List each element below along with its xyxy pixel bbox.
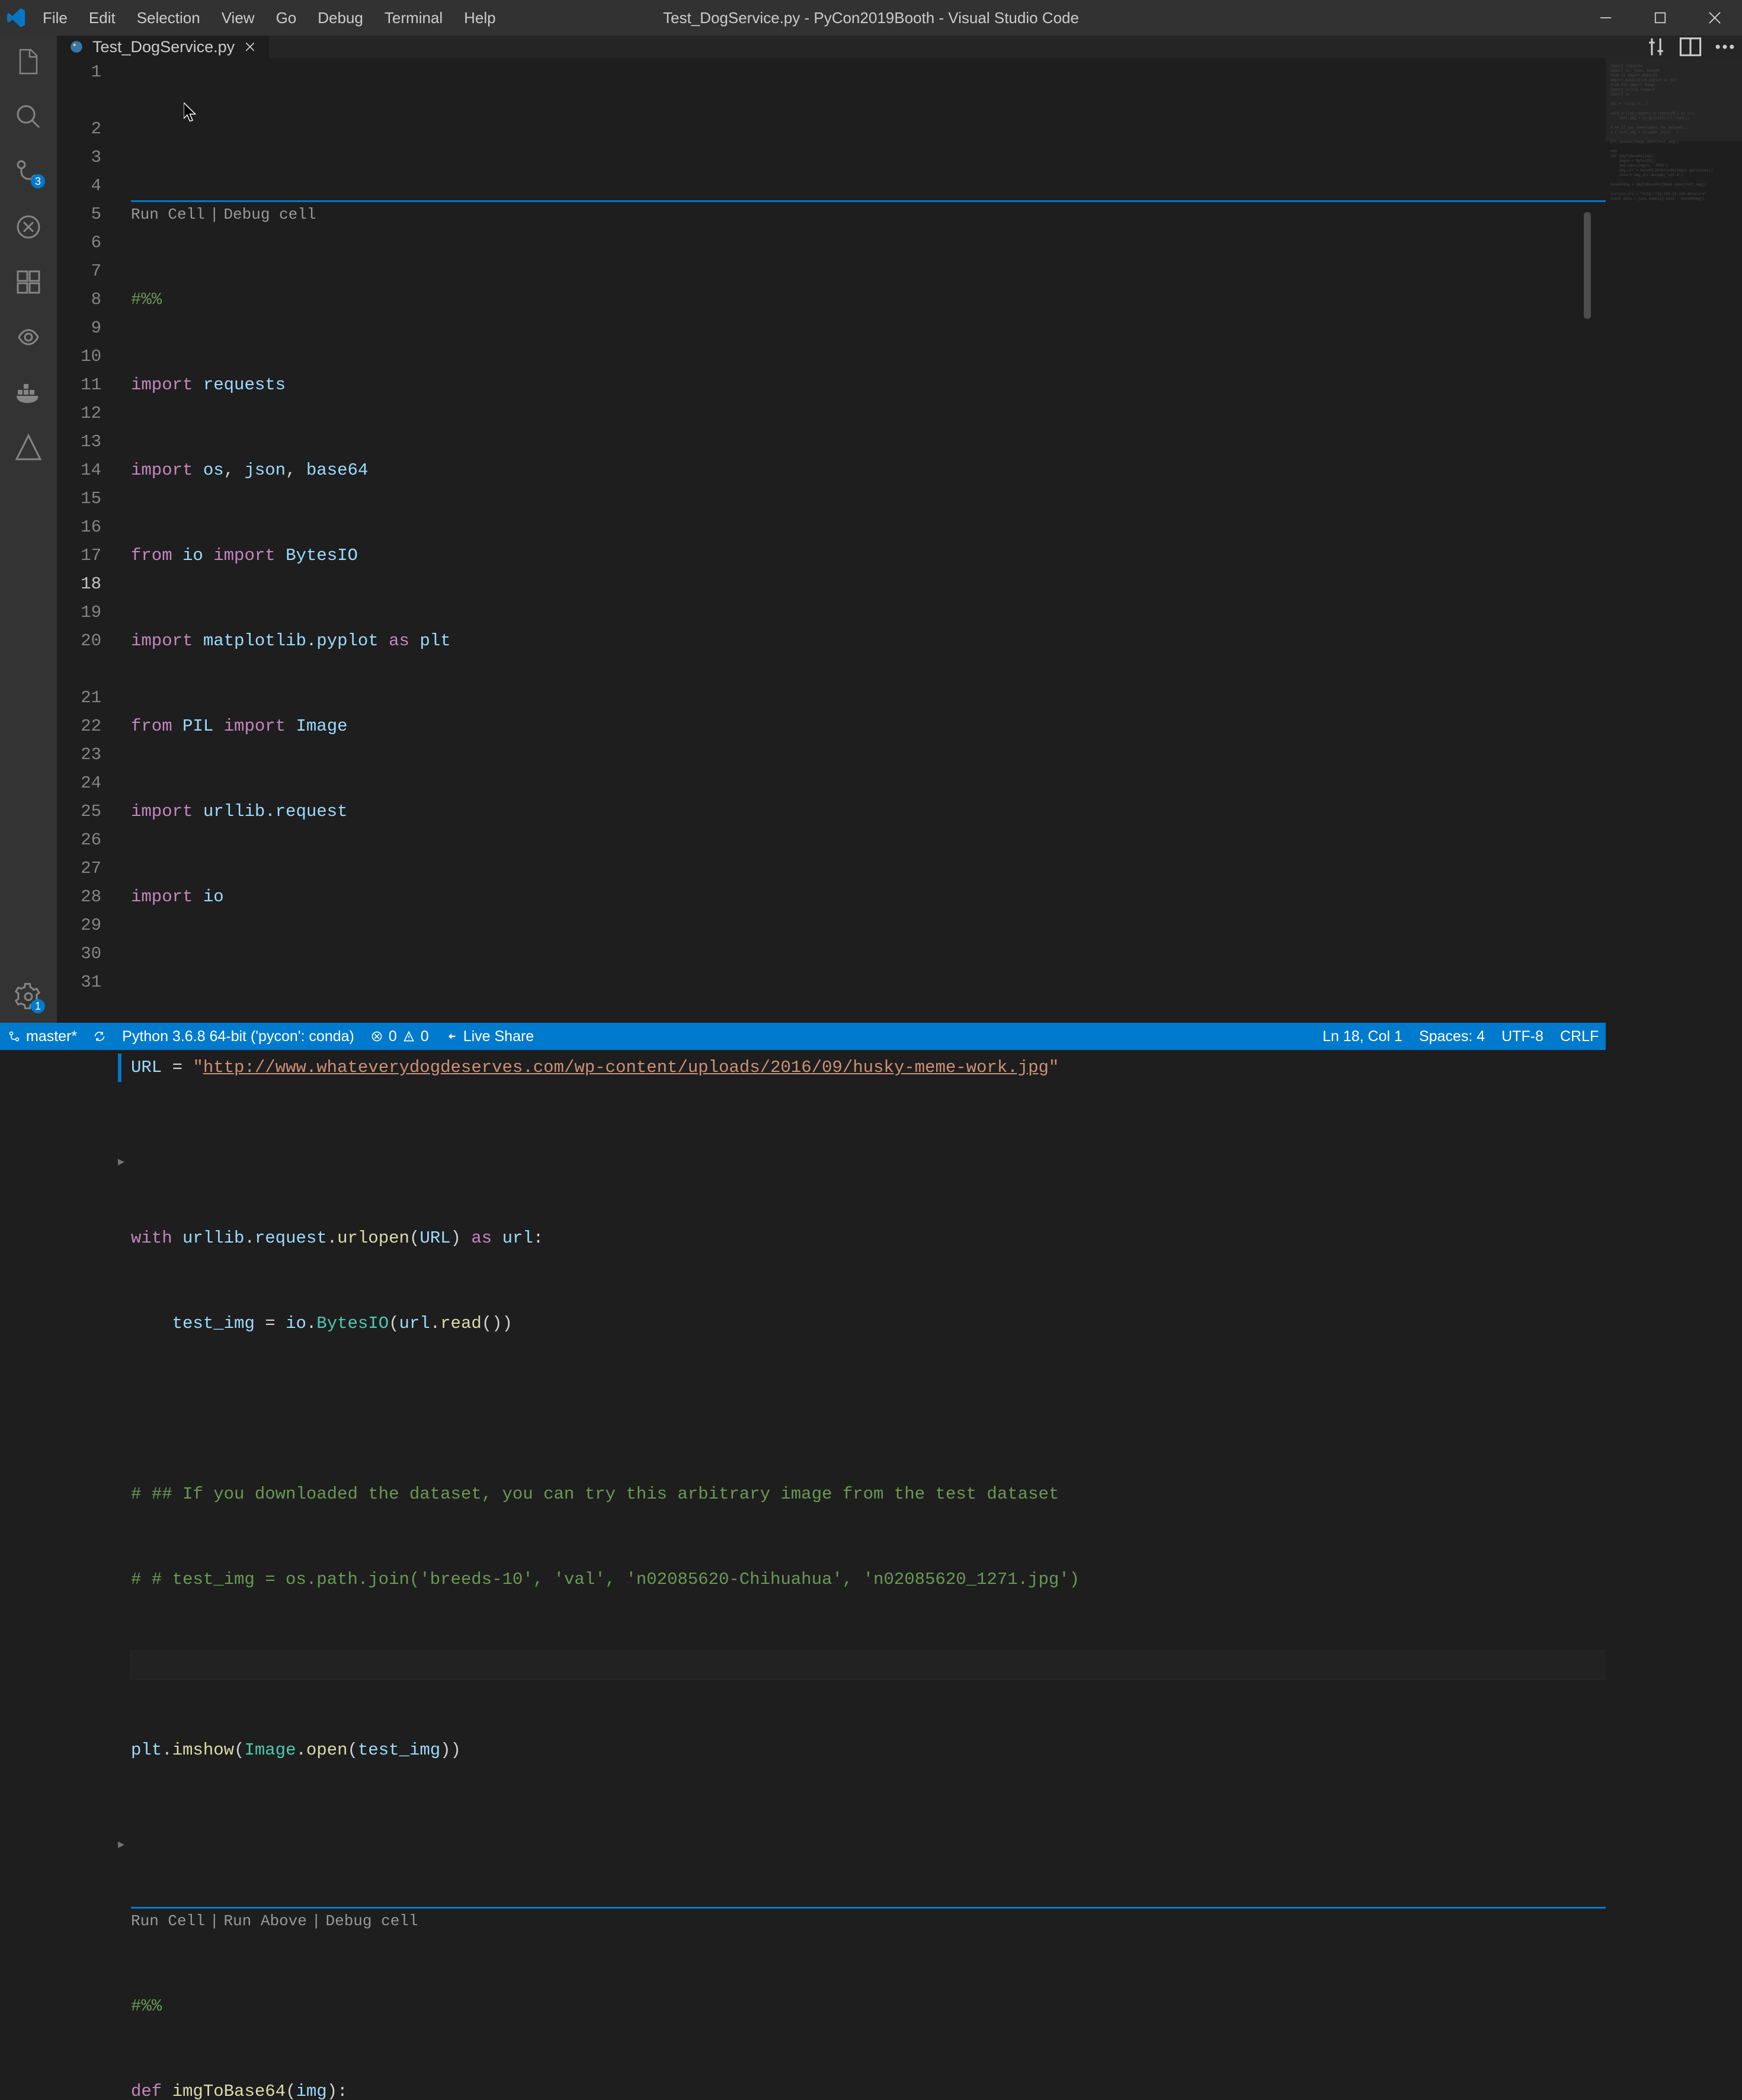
settings-icon[interactable]: 1 [14,982,43,1011]
menu-selection[interactable]: Selection [126,4,211,32]
azure-icon[interactable] [14,433,43,462]
cell-codelens-1: Run Cell| Debug cell [131,200,1606,229]
menu-help[interactable]: Help [453,4,506,32]
explorer-icon[interactable] [14,47,43,76]
maximize-button[interactable] [1633,0,1687,36]
window-controls [1578,0,1742,36]
menu-debug[interactable]: Debug [307,4,374,32]
debug-cell-link[interactable]: Debug cell [223,200,316,229]
menubar: File Edit Selection View Go Debug Termin… [32,4,507,32]
python-file-icon [69,39,84,55]
tab-close-icon[interactable] [243,40,257,54]
editor-actions [1645,36,1742,58]
debug-cell-link[interactable]: Debug cell [325,1907,418,1935]
compare-changes-icon[interactable] [1645,36,1667,58]
editor-scrollbar[interactable] [1584,212,1591,319]
liveshare-icon[interactable] [14,323,43,351]
titlebar: File Edit Selection View Go Debug Termin… [0,0,1742,36]
settings-badge: 1 [31,999,45,1013]
extensions-icon[interactable] [14,268,43,296]
run-cell-link[interactable]: Run Cell [131,1907,205,1935]
tabs-bar: Test_DogService.py [57,36,1742,58]
menu-go[interactable]: Go [265,4,308,32]
activitybar: 3 1 [0,36,57,1023]
close-button[interactable] [1687,0,1742,36]
code-content[interactable]: Run Cell| Debug cell #%% import requests… [131,58,1606,2100]
menu-terminal[interactable]: Terminal [374,4,453,32]
minimize-button[interactable] [1578,0,1633,36]
menu-edit[interactable]: Edit [78,4,126,32]
minimap[interactable]: import requests import os, json, base64 … [1606,58,1742,2100]
cell-codelens-2: Run Cell| Run Above| Debug cell [131,1907,1606,1935]
debug-icon[interactable] [14,213,43,241]
editor-body[interactable]: 1 2 3 4 5 6 7 8 9 10 11 12 13 14 15 16 1… [57,58,1742,2100]
docker-icon[interactable] [14,378,43,406]
sourcecontrol-icon[interactable]: 3 [14,158,43,186]
menu-file[interactable]: File [32,4,78,32]
editor-tab[interactable]: Test_DogService.py [57,36,270,58]
split-editor-icon[interactable] [1679,36,1702,58]
more-actions-icon[interactable] [1714,36,1736,58]
run-above-link[interactable]: Run Above [223,1907,306,1935]
tab-filename: Test_DogService.py [92,38,235,56]
run-cell-link[interactable]: Run Cell [131,200,205,229]
search-icon[interactable] [14,103,43,131]
window-title: Test_DogService.py - PyCon2019Booth - Vi… [663,9,1079,27]
editor-area: Test_DogService.py 1 2 3 4 5 6 7 8 9 [57,36,1742,1023]
mouse-cursor [184,103,198,124]
vscode-icon [7,8,26,27]
sourcecontrol-badge: 3 [31,174,45,188]
menu-view[interactable]: View [211,4,265,32]
